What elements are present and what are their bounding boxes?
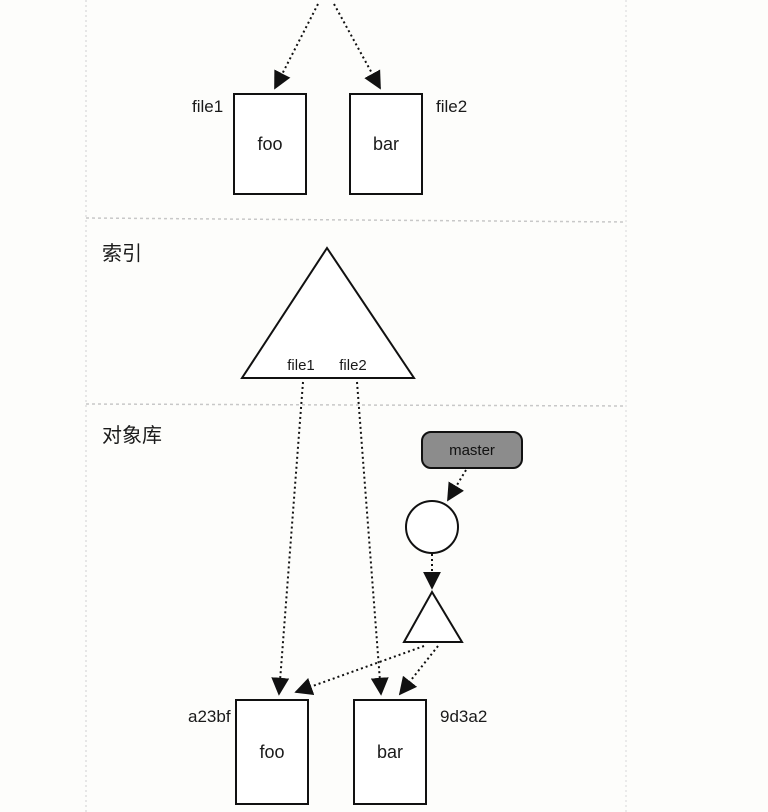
arrow-index-file2-to-blob xyxy=(356,381,389,696)
working-file1: foo file1 xyxy=(192,93,307,195)
arrow-tree-to-blob1 xyxy=(294,645,425,695)
file1-name: file1 xyxy=(192,97,223,116)
file1-content: foo xyxy=(257,134,282,154)
index-triangle: file1 file2 xyxy=(240,246,416,379)
commit-node xyxy=(405,500,459,554)
tree-node xyxy=(402,590,464,643)
blob1-content: foo xyxy=(259,742,284,762)
master-ref-label: master xyxy=(449,442,495,459)
blob1-hash: a23bf xyxy=(188,707,231,726)
file2-content: bar xyxy=(373,134,399,154)
index-section-label: 索引 xyxy=(102,242,142,265)
index-entry-file2: file2 xyxy=(339,357,367,374)
arrow-to-file2 xyxy=(333,3,381,90)
divider-working-index xyxy=(85,217,627,223)
git-object-diagram: foo file1 bar file2 索引 file1 file2 对象库 m… xyxy=(0,0,768,812)
diagram-canvas: foo file1 bar file2 索引 file1 file2 对象库 m… xyxy=(85,0,627,812)
arrow-to-file1 xyxy=(274,3,319,90)
blob2-hash: 9d3a2 xyxy=(440,707,487,726)
arrow-master-to-commit xyxy=(447,469,467,502)
blob2: bar 9d3a2 xyxy=(353,699,487,805)
blob1: foo a23bf xyxy=(188,699,309,805)
arrow-index-file1-to-blob xyxy=(271,381,304,696)
index-tree-shape xyxy=(240,246,416,379)
working-file2: bar file2 xyxy=(349,93,467,195)
index-entry-file1: file1 xyxy=(287,357,315,374)
arrow-tree-to-blob2 xyxy=(398,645,439,696)
object-store-section-label: 对象库 xyxy=(102,424,162,447)
blob2-content: bar xyxy=(377,742,403,762)
divider-index-objects xyxy=(85,403,627,407)
master-branch-ref: master xyxy=(421,431,523,469)
working-dir-arrows xyxy=(274,3,381,90)
file2-name: file2 xyxy=(436,97,467,116)
